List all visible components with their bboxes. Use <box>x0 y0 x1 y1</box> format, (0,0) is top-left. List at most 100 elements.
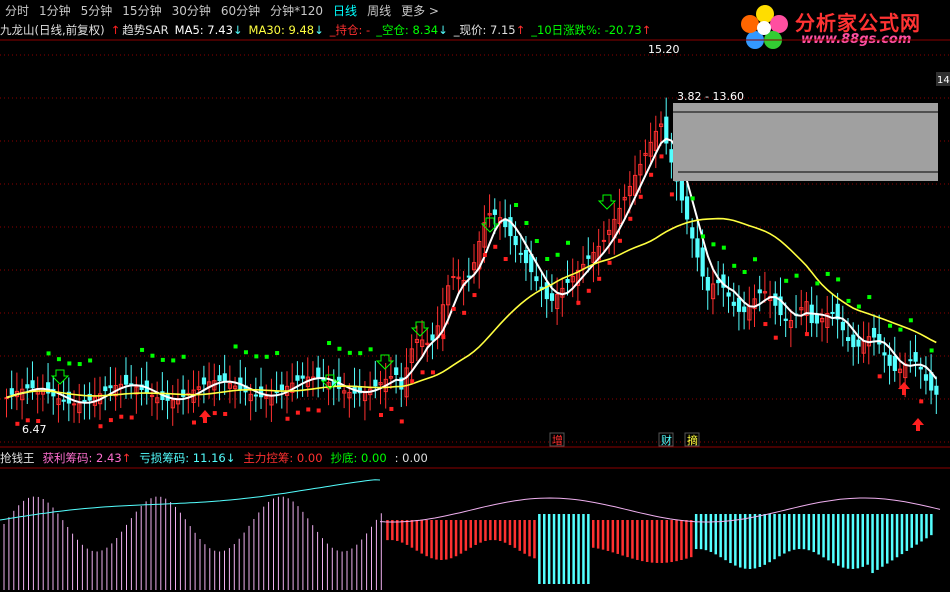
candle-body <box>243 385 248 393</box>
sar-dot <box>430 370 435 375</box>
period-tab-2[interactable]: 5分钟 <box>76 2 118 19</box>
sar-dot <box>399 419 404 424</box>
sar-dot <box>202 414 207 419</box>
chip-bar <box>449 520 453 559</box>
low-price-label: 6.47 <box>22 423 47 436</box>
sar-dot <box>555 252 560 257</box>
chip-bar <box>543 514 546 584</box>
sar-dot <box>67 361 72 366</box>
profit-chip-line <box>0 479 381 521</box>
candle-body <box>321 377 326 381</box>
period-tab-4[interactable]: 30分钟 <box>167 2 216 19</box>
buy-arrow-icon <box>199 410 211 423</box>
candle-body <box>160 391 165 401</box>
chip-bar <box>440 520 443 560</box>
chip-bar <box>690 520 693 558</box>
candle-body <box>607 229 612 235</box>
chip-bar <box>685 520 688 559</box>
chip-bar <box>900 514 904 555</box>
chip-bar <box>920 514 923 542</box>
candle-body <box>736 297 742 312</box>
sar-dot <box>420 370 425 375</box>
sar-dot <box>804 332 809 337</box>
candle-body <box>414 338 420 343</box>
candle-body <box>638 163 643 176</box>
candle-body <box>310 376 316 380</box>
sell-arrow-icon <box>480 217 500 233</box>
period-tab-1[interactable]: 1分钟 <box>34 2 76 19</box>
chip-bar <box>469 520 472 548</box>
chip-bar <box>665 520 668 563</box>
candle-body <box>279 384 285 391</box>
chip-bar <box>567 514 570 584</box>
chip-bar <box>631 520 634 559</box>
candle-body <box>134 386 139 395</box>
event-tag-box <box>549 432 565 447</box>
period-tab-8[interactable]: 周线 <box>362 2 396 19</box>
sar-dot <box>223 411 228 416</box>
sar-dot <box>368 347 373 352</box>
sar-dot <box>628 216 633 221</box>
chip-bar <box>454 520 458 557</box>
candle-body <box>762 291 768 294</box>
candle-body <box>539 286 544 291</box>
chip-bar <box>626 520 629 558</box>
candle-body <box>586 255 591 259</box>
candle-body <box>721 274 726 288</box>
range-box-label: 3.82 - 13.60 <box>677 90 744 103</box>
chip-bar <box>425 520 428 557</box>
candle-body <box>196 386 201 390</box>
candle-body <box>394 367 399 376</box>
candle-body <box>217 375 222 382</box>
sar-dot <box>129 415 134 420</box>
candle-body <box>336 376 342 389</box>
sar-dot <box>160 357 165 362</box>
candle-body <box>871 327 877 338</box>
indicator-name[interactable]: 抢钱王 <box>0 450 35 466</box>
sar-dot <box>462 310 467 315</box>
chip-bar <box>513 520 517 548</box>
sar-dot <box>119 414 124 419</box>
period-tab-3[interactable]: 15分钟 <box>117 2 166 19</box>
period-tab-6[interactable]: 分钟*120 <box>265 2 328 19</box>
candle-body <box>378 382 383 386</box>
sell-arrow-icon <box>375 354 395 370</box>
period-tab-0[interactable]: 分时 <box>0 2 34 19</box>
chip-bar <box>518 520 521 551</box>
period-tab-9[interactable]: 更多 > <box>396 2 444 19</box>
chip-bar <box>910 514 913 548</box>
sar-dot <box>379 412 383 417</box>
candle-body <box>887 354 892 366</box>
candle-body <box>897 368 903 374</box>
chip-bar <box>930 514 933 536</box>
candle-body <box>331 379 336 387</box>
chip-bar <box>763 514 766 565</box>
chip-bar <box>577 514 580 584</box>
sar-dot <box>721 245 726 250</box>
sar-dot <box>98 424 103 429</box>
stock-title[interactable]: 九龙山(日线,前复权) <box>0 22 105 38</box>
sar-dot <box>659 154 664 159</box>
period-tab-5[interactable]: 60分钟 <box>216 2 265 19</box>
chip-bar <box>641 520 644 562</box>
chip-bar <box>895 514 899 558</box>
candle-body <box>913 352 918 362</box>
chip-bar <box>655 520 659 563</box>
chip-bar <box>523 520 526 554</box>
period-tab-7[interactable]: 日线 <box>328 2 362 19</box>
chip-bar <box>459 520 463 554</box>
chip-bar <box>533 520 536 559</box>
candle-body <box>170 399 175 409</box>
candle-body <box>129 383 134 386</box>
chaodi-value: 抄底: 0.00 <box>330 451 387 465</box>
candle-body <box>856 339 861 347</box>
candle-body <box>690 227 695 239</box>
candle-body <box>61 399 66 402</box>
chip-bar <box>606 520 610 551</box>
candle-body <box>835 303 840 320</box>
chip-bar <box>616 520 619 554</box>
range-box <box>673 103 938 181</box>
sar-dot <box>524 221 529 225</box>
sar-dot <box>327 341 332 346</box>
candle-body <box>149 394 155 398</box>
